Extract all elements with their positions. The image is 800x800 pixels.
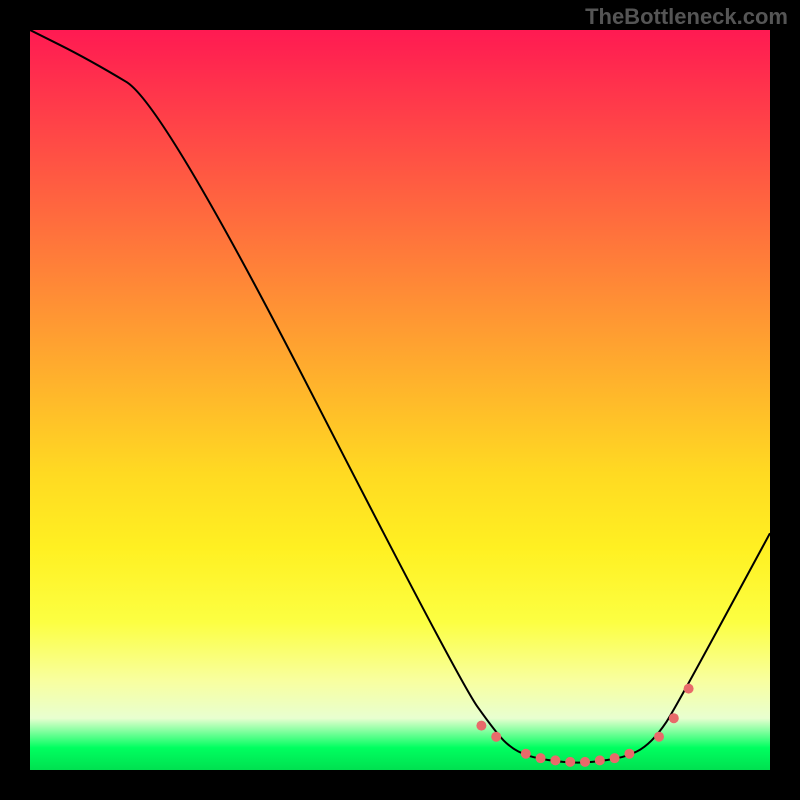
range-dot xyxy=(580,757,590,767)
range-dot xyxy=(476,721,486,731)
range-dot xyxy=(550,755,560,765)
range-dot xyxy=(654,732,664,742)
bottleneck-curve xyxy=(30,30,770,763)
optimal-range-dots xyxy=(476,684,693,767)
range-dot xyxy=(669,713,679,723)
chart-svg xyxy=(30,30,770,770)
range-dot xyxy=(565,757,575,767)
range-dot xyxy=(624,749,634,759)
range-dot xyxy=(491,732,501,742)
plot-area xyxy=(30,30,770,770)
watermark-text: TheBottleneck.com xyxy=(585,4,788,30)
range-dot xyxy=(536,753,546,763)
range-dot xyxy=(521,749,531,759)
range-dot xyxy=(610,753,620,763)
range-dot xyxy=(684,684,694,694)
range-dot xyxy=(595,755,605,765)
